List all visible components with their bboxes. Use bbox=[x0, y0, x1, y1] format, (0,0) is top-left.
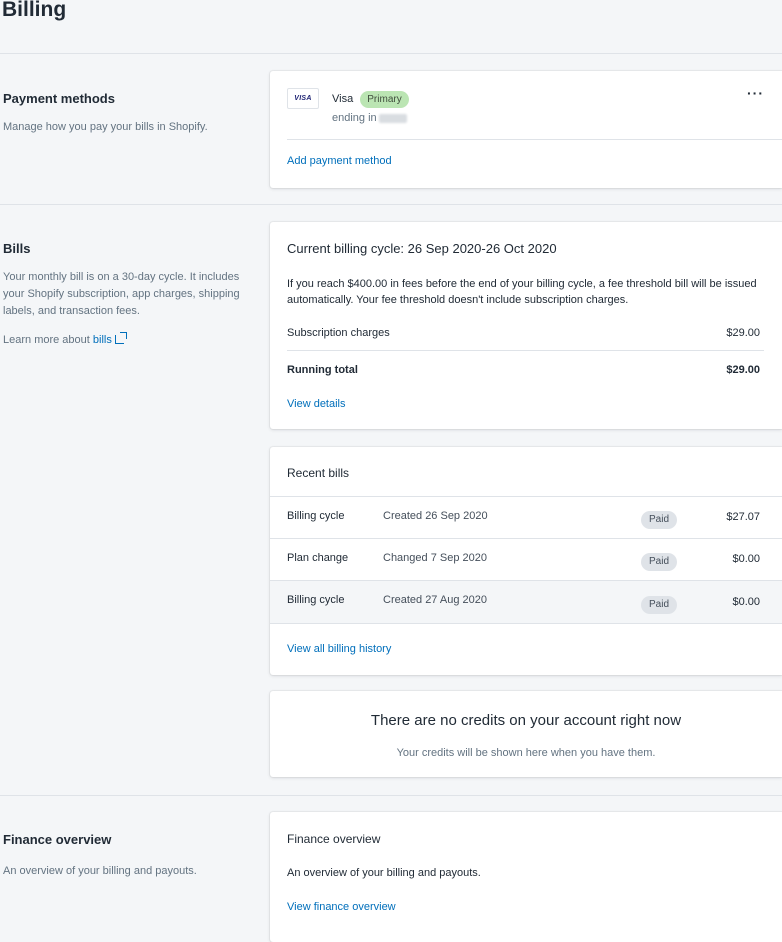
current-billing-cycle-card: Current billing cycle: 26 Sep 2020-26 Oc… bbox=[270, 222, 782, 429]
subscription-label: Subscription charges bbox=[287, 327, 390, 339]
finance-overview-card: Finance overview An overview of your bil… bbox=[270, 812, 782, 942]
divider bbox=[0, 795, 782, 796]
redacted-card-number bbox=[378, 113, 407, 123]
finance-overview-section: Finance overview An overview of your bil… bbox=[3, 831, 243, 880]
bill-date: Created 26 Sep 2020 bbox=[383, 510, 488, 522]
subscription-value: $29.00 bbox=[726, 327, 760, 339]
fee-threshold-notice: If you reach $400.00 in fees before the … bbox=[287, 278, 757, 306]
recent-bills-title: Recent bills bbox=[287, 466, 350, 480]
table-row[interactable]: Billing cycle Created 26 Sep 2020 Paid $… bbox=[270, 497, 782, 538]
status-badge: Paid bbox=[641, 511, 678, 529]
bill-date: Created 27 Aug 2020 bbox=[383, 594, 487, 606]
running-total-label: Running total bbox=[287, 364, 358, 376]
divider bbox=[287, 139, 782, 140]
bill-amount: $27.07 bbox=[726, 511, 760, 523]
divider bbox=[0, 204, 782, 205]
credits-empty-title: There are no credits on your account rig… bbox=[370, 712, 682, 729]
payment-method-info: Visa Primary bbox=[332, 91, 409, 108]
divider bbox=[0, 53, 782, 54]
learn-more: Learn more about bills bbox=[3, 332, 243, 348]
recent-bills-card: Recent bills Billing cycle Created 26 Se… bbox=[270, 447, 782, 675]
status-badge: Paid bbox=[641, 553, 678, 571]
bills-section: Bills Your monthly bill is on a 30-day c… bbox=[3, 240, 243, 348]
running-total-value: $29.00 bbox=[726, 364, 760, 376]
primary-badge: Primary bbox=[360, 91, 409, 108]
finance-overview-heading: Finance overview bbox=[3, 832, 112, 847]
view-details-link[interactable]: View details bbox=[287, 398, 346, 410]
card-brand: Visa bbox=[332, 93, 354, 105]
payment-methods-description: Manage how you pay your bills in Shopify… bbox=[3, 121, 208, 133]
add-payment-method-link[interactable]: Add payment method bbox=[287, 155, 392, 167]
bill-type: Billing cycle bbox=[287, 594, 345, 606]
view-finance-overview-link[interactable]: View finance overview bbox=[287, 901, 396, 913]
learn-more-bills-link[interactable]: bills bbox=[93, 334, 112, 346]
finance-card-title: Finance overview bbox=[287, 832, 381, 846]
card-ending: ending in bbox=[332, 111, 407, 126]
payment-methods-section: Payment methods Manage how you pay your … bbox=[3, 90, 243, 136]
table-row[interactable]: Plan change Changed 7 Sep 2020 Paid $0.0… bbox=[270, 539, 782, 580]
external-link-icon[interactable] bbox=[114, 332, 127, 344]
card-ending-label: ending in bbox=[332, 112, 377, 124]
bill-type: Billing cycle bbox=[287, 510, 345, 522]
divider bbox=[287, 350, 764, 351]
page-title: Billing bbox=[2, 0, 67, 21]
finance-overview-description: An overview of your billing and payouts. bbox=[3, 865, 197, 877]
table-row[interactable]: Billing cycle Created 27 Aug 2020 Paid $… bbox=[270, 581, 782, 623]
more-horizontal-icon[interactable]: ··· bbox=[747, 86, 764, 100]
credits-empty-subtitle: Your credits will be shown here when you… bbox=[396, 747, 656, 759]
bill-type: Plan change bbox=[287, 552, 349, 564]
finance-card-description: An overview of your billing and payouts. bbox=[287, 867, 481, 879]
status-badge: Paid bbox=[641, 596, 678, 614]
divider bbox=[270, 623, 782, 624]
bill-date: Changed 7 Sep 2020 bbox=[383, 552, 487, 564]
payment-methods-card: VISA Visa Primary ending in ··· Add paym… bbox=[270, 71, 782, 188]
credits-card: There are no credits on your account rig… bbox=[270, 691, 782, 777]
payment-methods-heading: Payment methods bbox=[3, 91, 115, 106]
current-cycle-title: Current billing cycle: 26 Sep 2020-26 Oc… bbox=[287, 241, 557, 256]
visa-logo: VISA bbox=[287, 88, 319, 109]
view-all-billing-history-link[interactable]: View all billing history bbox=[287, 643, 391, 655]
learn-more-prefix: Learn more about bbox=[3, 334, 90, 346]
bill-amount: $0.00 bbox=[732, 553, 760, 565]
bills-heading: Bills bbox=[3, 241, 31, 256]
bill-amount: $0.00 bbox=[732, 596, 760, 608]
bills-description: Your monthly bill is on a 30-day cycle. … bbox=[3, 271, 240, 317]
